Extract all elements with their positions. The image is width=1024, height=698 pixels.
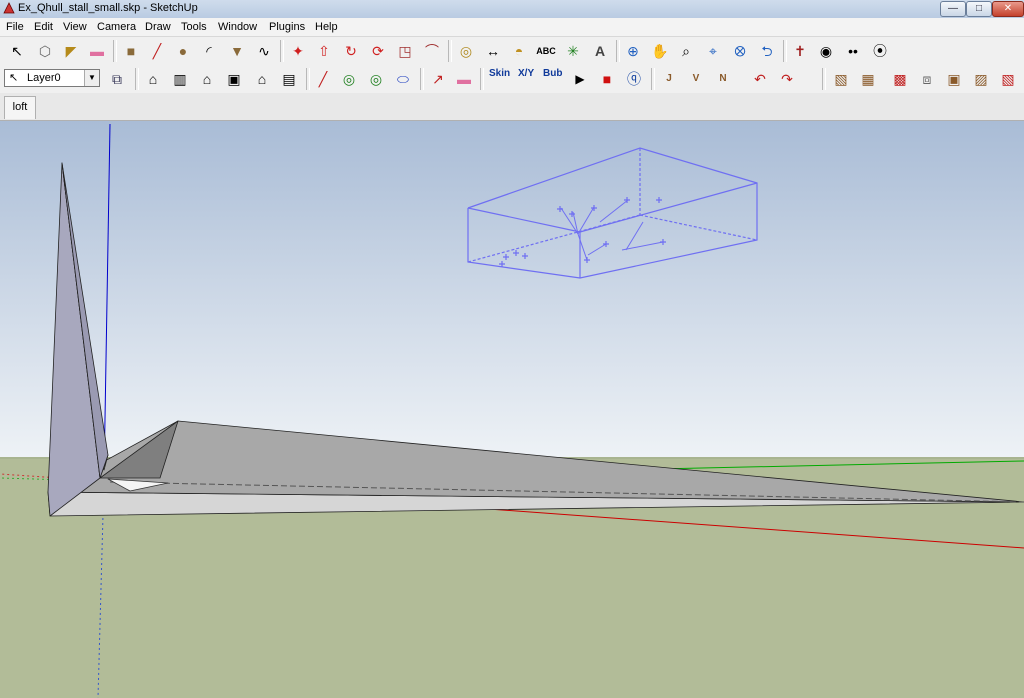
- rotate-icon[interactable]: ↻: [340, 40, 362, 62]
- pan-icon[interactable]: ✋: [649, 40, 671, 62]
- menu-draw[interactable]: Draw: [145, 21, 171, 33]
- undo-push-icon[interactable]: ↶: [749, 68, 771, 90]
- back-view-icon[interactable]: ⌂: [251, 68, 273, 90]
- xy-icon[interactable]: X/Y: [514, 68, 536, 90]
- zoom-window-icon[interactable]: ⌖: [702, 40, 724, 62]
- menu-camera[interactable]: Camera: [97, 21, 136, 33]
- drape-icon[interactable]: ▣: [943, 68, 965, 90]
- freehand-icon[interactable]: ∿: [253, 40, 275, 62]
- window-title: Ex_Qhull_stall_small.skp - SketchUp: [18, 2, 198, 14]
- component-icon[interactable]: ⬡: [34, 40, 56, 62]
- select-pointer-icon: ↖: [9, 72, 19, 84]
- menu-plugins[interactable]: Plugins: [269, 21, 305, 33]
- position-camera-icon[interactable]: ✝: [789, 40, 811, 62]
- main-toolbar: ↖ ⬡ ◤ ▬ ■ ╱ ● ◜ ▼ ∿ ✦ ⇧ ↻ ⟳ ◳ ⌒ ◎ ↔ ◓ AB…: [0, 37, 1024, 65]
- menu-file[interactable]: File: [6, 21, 24, 33]
- shaded-icon[interactable]: ⬭: [392, 68, 414, 90]
- joint-push-pull-icon[interactable]: J: [658, 68, 680, 90]
- select-icon[interactable]: ↖: [6, 40, 28, 62]
- menu-window[interactable]: Window: [218, 21, 257, 33]
- normal-push-pull-icon[interactable]: N: [712, 68, 734, 90]
- chevron-down-icon[interactable]: ▼: [84, 70, 99, 86]
- stop-icon[interactable]: ■: [596, 68, 618, 90]
- sandbox-from-contours-icon[interactable]: ▧: [830, 68, 852, 90]
- layer-dropdown[interactable]: ↖ Layer0 ▼: [4, 69, 100, 87]
- redo-push-icon[interactable]: ↷: [776, 68, 798, 90]
- sketchup-logo-icon: [3, 2, 15, 14]
- bubble-icon[interactable]: Bub: [541, 68, 563, 90]
- maximize-button[interactable]: □: [966, 1, 992, 17]
- skin-icon[interactable]: Skin: [487, 68, 511, 90]
- help-icon[interactable]: ⓠ: [623, 68, 645, 90]
- iso-view-icon[interactable]: ⌂: [142, 68, 164, 90]
- follow-me-icon[interactable]: ⟳: [367, 40, 389, 62]
- sky: [0, 121, 1024, 458]
- axes-icon[interactable]: ✳: [562, 40, 584, 62]
- menu-help[interactable]: Help: [315, 21, 338, 33]
- add-detail-icon[interactable]: ▨: [970, 68, 992, 90]
- top-view-icon[interactable]: ▣: [223, 68, 245, 90]
- menu-edit[interactable]: Edit: [34, 21, 53, 33]
- zoom-icon[interactable]: ⌕: [675, 40, 697, 62]
- modeling-viewport[interactable]: [0, 121, 1024, 698]
- tape-measure-icon[interactable]: ◎: [455, 40, 477, 62]
- dimension-icon[interactable]: ↔: [482, 40, 504, 62]
- orbit-icon[interactable]: ⊕: [622, 40, 644, 62]
- polygon-icon[interactable]: ▼: [226, 40, 248, 62]
- menu-tools[interactable]: Tools: [181, 21, 207, 33]
- line-icon[interactable]: ╱: [146, 40, 168, 62]
- protractor-icon[interactable]: ◓: [508, 40, 530, 62]
- walk-icon[interactable]: ••: [842, 40, 864, 62]
- text-icon[interactable]: ABC: [535, 40, 557, 62]
- front-view-icon[interactable]: ⌂: [196, 68, 218, 90]
- scene-tab-loft[interactable]: loft: [4, 96, 36, 119]
- axis-n-label: N: [719, 73, 727, 84]
- vector-push-pull-icon[interactable]: V: [685, 68, 707, 90]
- rectangle-icon[interactable]: ■: [120, 40, 142, 62]
- zoom-extents-icon[interactable]: ⭙: [729, 40, 751, 62]
- sandbox-from-scratch-icon[interactable]: ▦: [857, 68, 879, 90]
- paint-bucket-icon[interactable]: ◤: [60, 40, 82, 62]
- play-icon[interactable]: ▶: [569, 68, 591, 90]
- xy-label: X/Y: [518, 68, 535, 79]
- secondary-toolbar: ↖ Layer0 ▼ ⧉ ⌂ ▥ ⌂ ▣ ⌂ ▤ ╱ ◎ ◎ ⬭ ↗ ▬ Ski…: [0, 65, 1024, 93]
- layer-name: Layer0: [27, 72, 61, 84]
- layer-manager-icon[interactable]: ⧉: [106, 68, 128, 90]
- axis-v-label: V: [692, 73, 700, 84]
- eraser-icon[interactable]: ▬: [86, 40, 108, 62]
- scale-icon[interactable]: ◳: [394, 40, 416, 62]
- section-plane-icon[interactable]: ⦿: [869, 40, 891, 62]
- offset-icon[interactable]: ⌒: [421, 40, 443, 62]
- previous-view-icon[interactable]: ⮌: [756, 40, 778, 62]
- shaded-texture-icon[interactable]: ↗: [427, 68, 449, 90]
- arc-icon[interactable]: ◜: [198, 40, 220, 62]
- monochrome-icon[interactable]: ▬: [453, 68, 475, 90]
- smoove-icon[interactable]: ▩: [889, 68, 911, 90]
- scene-tab-bar: loft: [0, 93, 1024, 121]
- close-button[interactable]: ✕: [992, 1, 1024, 17]
- menu-bar: File Edit View Camera Draw Tools Window …: [0, 18, 1024, 37]
- push-pull-icon[interactable]: ⇧: [313, 40, 335, 62]
- move-icon[interactable]: ✦: [287, 40, 309, 62]
- left-view-icon[interactable]: ▤: [278, 68, 300, 90]
- 3d-text-icon[interactable]: A: [589, 40, 611, 62]
- wireframe-icon[interactable]: ◎: [338, 68, 360, 90]
- xray-icon[interactable]: ╱: [312, 68, 334, 90]
- menu-view[interactable]: View: [63, 21, 87, 33]
- look-around-icon[interactable]: ◉: [815, 40, 837, 62]
- circle-icon[interactable]: ●: [172, 40, 194, 62]
- minimize-button[interactable]: —: [940, 1, 966, 17]
- title-bar: Ex_Qhull_stall_small.skp - SketchUp — □ …: [0, 0, 1024, 18]
- bub-label: Bub: [543, 68, 563, 79]
- right-view-icon[interactable]: ▥: [169, 68, 191, 90]
- skin-label: Skin: [489, 68, 511, 79]
- stamp-icon[interactable]: ⧈: [916, 68, 938, 90]
- hidden-line-icon[interactable]: ◎: [365, 68, 387, 90]
- axis-j-label: J: [666, 73, 672, 84]
- flip-edge-icon[interactable]: ▧: [997, 68, 1019, 90]
